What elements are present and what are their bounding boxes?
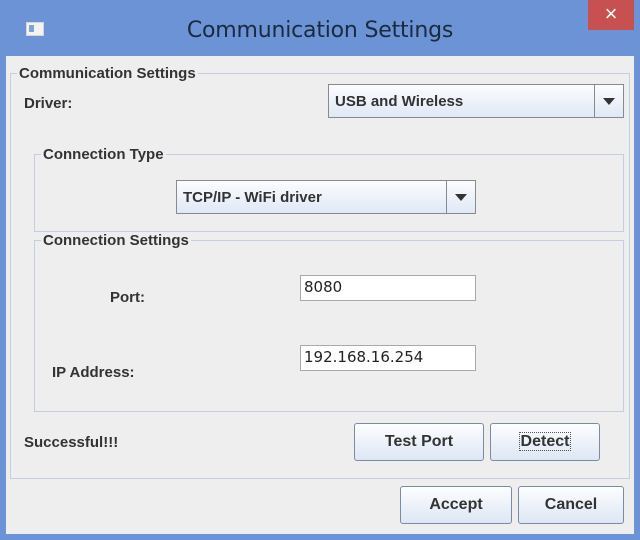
test-port-button[interactable]: Test Port <box>354 423 484 461</box>
chevron-down-icon[interactable] <box>594 85 623 117</box>
dialog-content: Communication Settings Driver: USB and W… <box>6 56 634 534</box>
driver-combobox[interactable]: USB and Wireless <box>328 84 624 118</box>
connection-settings-legend: Connection Settings <box>43 232 189 249</box>
driver-label: Driver: <box>24 95 73 112</box>
detect-button-label: Detect <box>518 432 572 451</box>
title-bar[interactable]: Communication Settings × <box>0 0 640 43</box>
communication-settings-legend: Communication Settings <box>19 65 196 82</box>
connection-settings-group: Connection Settings <box>34 232 624 412</box>
port-input[interactable]: 8080 <box>300 275 476 301</box>
close-button[interactable]: × <box>588 0 634 30</box>
status-message: Successful!!! <box>24 434 119 451</box>
detect-button[interactable]: Detect <box>490 423 600 461</box>
ip-address-label: IP Address: <box>52 364 135 381</box>
dialog-window: Communication Settings × Communication S… <box>0 0 640 540</box>
cancel-button[interactable]: Cancel <box>518 486 624 524</box>
window-title: Communication Settings <box>186 18 454 43</box>
connection-type-selected-value: TCP/IP - WiFi driver <box>183 189 322 206</box>
driver-selected-value: USB and Wireless <box>335 93 464 110</box>
chevron-down-icon[interactable] <box>446 181 475 213</box>
connection-type-combobox[interactable]: TCP/IP - WiFi driver <box>176 180 476 214</box>
connection-type-legend: Connection Type <box>43 146 164 163</box>
port-label: Port: <box>110 289 145 306</box>
accept-button[interactable]: Accept <box>400 486 512 524</box>
ip-address-input[interactable]: 192.168.16.254 <box>300 345 476 371</box>
